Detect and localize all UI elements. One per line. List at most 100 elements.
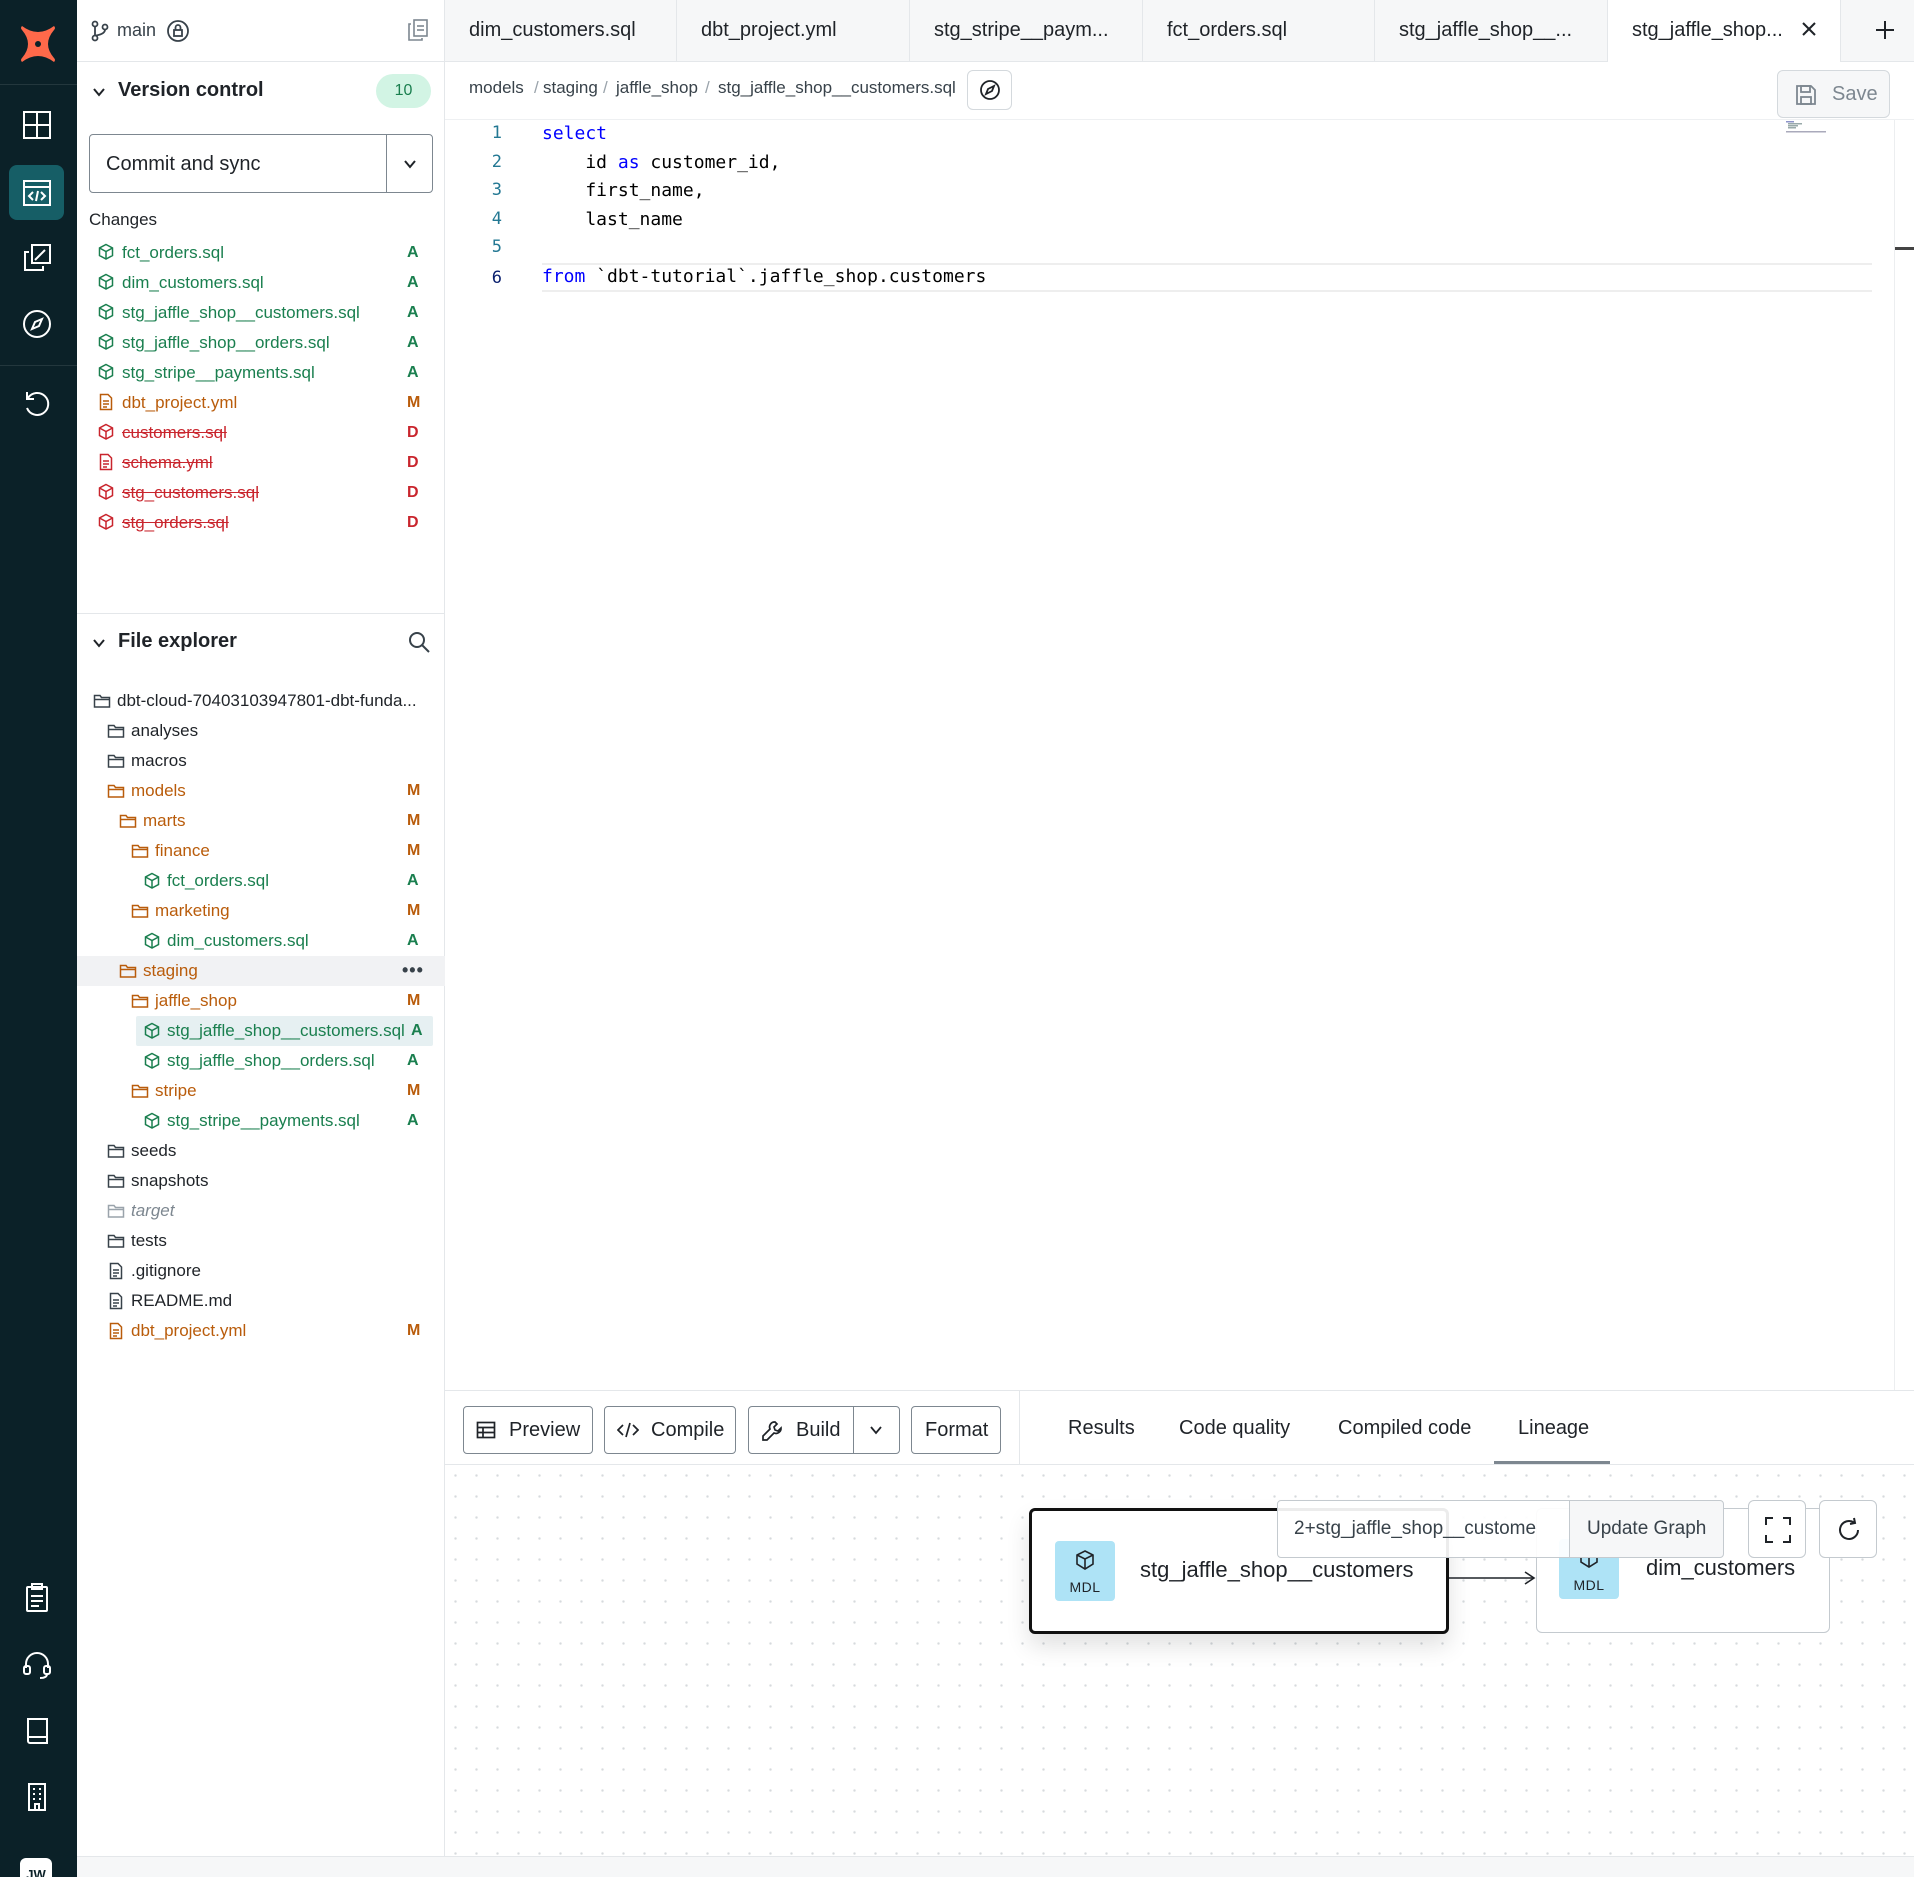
tab-code-quality[interactable]: Code quality — [1179, 1417, 1290, 1440]
change-item[interactable]: stg_customers.sql D — [77, 478, 445, 508]
tree-file[interactable]: stg_jaffle_shop__customers.sql A — [77, 1016, 445, 1046]
change-item[interactable]: dim_customers.sql A — [77, 268, 445, 298]
tree-folder[interactable]: analyses — [77, 716, 445, 746]
tree-folder[interactable]: jaffle_shop M — [77, 986, 445, 1016]
change-item[interactable]: stg_jaffle_shop__customers.sql A — [77, 298, 445, 328]
add-tab-icon[interactable] — [1873, 18, 1897, 42]
tab-dim-customers[interactable]: dim_customers.sql — [445, 0, 677, 62]
tree-item-name: marts — [143, 811, 186, 830]
tree-file[interactable]: dbt_project.yml M — [77, 1316, 445, 1346]
code-text: select — [542, 123, 607, 144]
lock-icon — [167, 19, 189, 43]
rail-item-learn[interactable] — [9, 1703, 64, 1758]
change-item[interactable]: stg_stripe__payments.sql A — [77, 358, 445, 388]
tree-file[interactable]: stg_jaffle_shop__orders.sql A — [77, 1046, 445, 1076]
minimap[interactable] — [1782, 120, 1832, 136]
tab-compiled-code[interactable]: Compiled code — [1338, 1417, 1471, 1440]
fullscreen-button[interactable] — [1748, 1500, 1806, 1558]
dbt-logo-icon[interactable] — [16, 22, 60, 66]
build-button[interactable]: Build — [796, 1419, 840, 1442]
rail-item-explore[interactable] — [9, 296, 64, 351]
save-button[interactable]: Save — [1777, 70, 1890, 118]
chevron-down-icon[interactable] — [868, 1422, 884, 1438]
change-item[interactable]: customers.sql D — [77, 418, 445, 448]
preview-button[interactable]: Preview — [463, 1406, 593, 1454]
change-item[interactable]: dbt_project.yml M — [77, 388, 445, 418]
tree-folder[interactable]: seeds — [77, 1136, 445, 1166]
branch-name[interactable]: main — [117, 20, 156, 41]
tab-lineage[interactable]: Lineage — [1518, 1417, 1589, 1440]
file-explorer-header[interactable]: File explorer — [77, 626, 445, 660]
change-item[interactable]: stg_orders.sql D — [77, 508, 445, 538]
tree-folder[interactable]: target — [77, 1196, 445, 1226]
compass-icon — [22, 309, 51, 338]
refresh-button[interactable] — [1819, 1500, 1877, 1558]
rail-item-docs[interactable] — [9, 1570, 64, 1625]
change-status-badge: A — [407, 364, 419, 381]
tab-dbt-project[interactable]: dbt_project.yml — [677, 0, 910, 62]
code-text: last_name — [542, 209, 683, 230]
tab-fct-orders[interactable]: fct_orders.sql — [1143, 0, 1375, 62]
change-item[interactable]: fct_orders.sql A — [77, 238, 445, 268]
tab-stg-jaffle-shop-customers[interactable]: stg_jaffle_shop... — [1608, 0, 1841, 63]
tree-folder[interactable]: snapshots — [77, 1166, 445, 1196]
breadcrumb-item[interactable]: staging — [543, 78, 598, 98]
editor-scrollbar[interactable] — [1894, 120, 1895, 1390]
tree-folder[interactable]: dbt-cloud-70403103947801-dbt-funda... — [77, 686, 445, 716]
line-number: 4 — [491, 208, 502, 229]
version-control-title: Version control — [118, 79, 264, 101]
tree-folder[interactable]: marketing M — [77, 896, 445, 926]
tree-folder[interactable]: models M — [77, 776, 445, 806]
rail-item-history[interactable] — [9, 376, 64, 431]
tree-file[interactable]: .gitignore — [77, 1256, 445, 1286]
tree-file[interactable]: stg_stripe__payments.sql A — [77, 1106, 445, 1136]
format-button[interactable]: Format — [911, 1406, 1001, 1454]
avatar[interactable]: JW — [20, 1858, 52, 1877]
code-token: `dbt-tutorial`.jaffle_shop.customers — [585, 266, 987, 287]
close-icon[interactable] — [1800, 20, 1818, 38]
change-status-badge: A — [407, 274, 419, 291]
rail-item-account[interactable] — [9, 1769, 64, 1824]
tab-stg-stripe-payments[interactable]: stg_stripe__paym... — [910, 0, 1143, 62]
tree-file[interactable]: dim_customers.sql A — [77, 926, 445, 956]
line-number: 2 — [491, 151, 502, 172]
breadcrumb-item[interactable]: jaffle_shop — [616, 78, 698, 98]
chevron-down-icon[interactable] — [401, 155, 419, 173]
tree-item-name: jaffle_shop — [155, 991, 237, 1010]
code-editor[interactable]: 1 select 2 id as customer_id, 3 first_name,… — [445, 120, 1914, 1390]
tree-item-name: target — [131, 1201, 175, 1220]
change-item[interactable]: schema.yml D — [77, 448, 445, 478]
rail-item-help[interactable] — [9, 1637, 64, 1692]
rail-item-deploy[interactable] — [9, 230, 64, 285]
commit-and-sync-button[interactable]: Commit and sync — [106, 153, 261, 176]
tab-results[interactable]: Results — [1068, 1417, 1135, 1440]
tree-file[interactable]: fct_orders.sql A — [77, 866, 445, 896]
tree-folder[interactable]: tests — [77, 1226, 445, 1256]
tree-status-badge: A — [411, 1022, 423, 1039]
lineage-graph[interactable]: MDL stg_jaffle_shop__customers MDL dim_c… — [445, 1465, 1914, 1877]
copy-icon[interactable] — [407, 18, 429, 42]
explore-model-button[interactable] — [967, 70, 1012, 110]
change-item[interactable]: stg_jaffle_shop__orders.sql A — [77, 328, 445, 358]
model-badge: MDL — [1055, 1541, 1115, 1601]
tree-file[interactable]: README.md — [77, 1286, 445, 1316]
rail-item-dashboard[interactable] — [9, 97, 64, 152]
tree-folder[interactable]: macros — [77, 746, 445, 776]
tree-folder[interactable]: stripe M — [77, 1076, 445, 1106]
graph-selector-input[interactable]: 2+stg_jaffle_shop__custome — [1277, 1500, 1570, 1558]
more-options-icon[interactable]: ••• — [402, 960, 424, 981]
compile-button[interactable]: Compile — [604, 1406, 736, 1454]
split-divider — [853, 1407, 854, 1453]
clipboard-icon — [25, 1582, 48, 1612]
update-graph-button[interactable]: Update Graph — [1569, 1500, 1724, 1558]
breadcrumb-item[interactable]: models — [469, 78, 524, 98]
tree-status-badge: M — [407, 992, 421, 1009]
wrench-icon[interactable] — [761, 1420, 783, 1442]
rail-item-develop[interactable] — [9, 165, 64, 220]
breadcrumb-item[interactable]: stg_jaffle_shop__customers.sql — [718, 78, 956, 98]
tree-folder[interactable]: marts M — [77, 806, 445, 836]
tree-folder[interactable]: finance M — [77, 836, 445, 866]
search-icon[interactable] — [407, 630, 431, 654]
tab-stg-jaffle-shop-orders[interactable]: stg_jaffle_shop__... — [1375, 0, 1608, 62]
tree-folder[interactable]: staging ••• — [77, 956, 445, 986]
